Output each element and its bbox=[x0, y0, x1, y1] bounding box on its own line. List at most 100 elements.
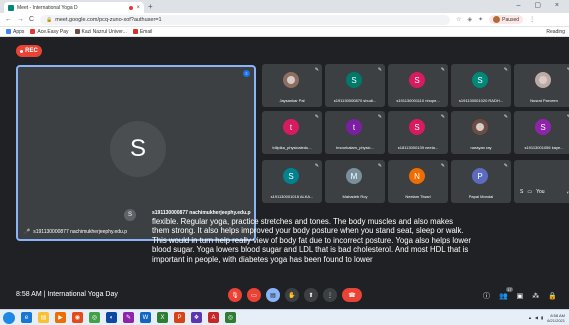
raise-hand-icon[interactable]: ✋ bbox=[285, 288, 299, 302]
participant-name: tdlipika_physicaledu... bbox=[272, 145, 312, 150]
participant-name: Mahadeb Roy bbox=[342, 194, 368, 199]
recording-dot-icon bbox=[129, 5, 134, 10]
participant-name: s191130001018 ALKA... bbox=[270, 194, 314, 199]
pencil-icon[interactable]: ✎ bbox=[123, 312, 134, 323]
bookmark-favicon-icon bbox=[30, 29, 36, 34]
host-controls-icon[interactable]: 🔒 bbox=[548, 292, 557, 300]
separator: | bbox=[43, 291, 46, 298]
caption-text: flexible. Regular yoga, practice stretch… bbox=[152, 217, 471, 264]
reading-list-button[interactable]: Reading bbox=[546, 29, 565, 35]
network-icon[interactable]: ▲ bbox=[528, 315, 532, 320]
participant-tile[interactable]: ✎ Ss191130000870 shudi... bbox=[325, 64, 385, 107]
participant-tile[interactable]: ✎ Ss19113001056 kaye... bbox=[514, 111, 569, 154]
url-text: meet.google.com/pcq-zuno-xof?authuser=1 bbox=[55, 16, 162, 23]
window-controls[interactable]: – ▢ × bbox=[517, 1, 565, 9]
tab-close-icon[interactable]: × bbox=[136, 5, 140, 11]
end-call-icon[interactable]: ☎ bbox=[342, 288, 362, 302]
meet-favicon-icon bbox=[8, 4, 14, 11]
mic-muted-icon: ✎ bbox=[503, 67, 508, 73]
participant-tile[interactable]: ✎ Ss191130001018 ALKA... bbox=[262, 160, 322, 203]
participant-tile[interactable]: ✎ Ss191130001020 RADH... bbox=[451, 64, 511, 107]
reload-icon[interactable]: C bbox=[29, 16, 34, 23]
chrome-icon[interactable]: ◎ bbox=[89, 312, 100, 323]
bookmark-kazi-nazrul[interactable]: Kazi Nazrul Univer... bbox=[74, 29, 127, 35]
extension-icon[interactable]: ◈ bbox=[467, 16, 472, 23]
participant-tile[interactable]: ✎ narayan ray bbox=[451, 111, 511, 154]
meet-bottom-bar: 8:58 AM | International Yoga Day 🎙 ▭ ▤ ✋… bbox=[0, 283, 569, 309]
meeting-title: International Yoga Day bbox=[47, 291, 118, 298]
file-explorer-icon[interactable]: ▤ bbox=[38, 312, 49, 323]
self-view-controls: S ▭ You bbox=[520, 189, 549, 195]
more-options-icon[interactable]: ⋮ bbox=[323, 288, 337, 302]
recording-badge: REC bbox=[16, 45, 42, 57]
camera-off-icon[interactable]: ▭ bbox=[247, 288, 261, 302]
people-icon[interactable]: 👥 17 bbox=[499, 287, 513, 300]
bookmark-apps[interactable]: Apps bbox=[6, 29, 24, 35]
volume-icon[interactable]: ◀ bbox=[535, 315, 538, 320]
mic-icon: 🎤 bbox=[24, 229, 31, 235]
mic-muted-icon: ✎ bbox=[377, 114, 382, 120]
mic-muted-icon: ✎ bbox=[377, 67, 382, 73]
avatar: M bbox=[346, 168, 362, 184]
media-player-icon[interactable]: ▶ bbox=[55, 312, 66, 323]
excel-icon[interactable]: X bbox=[157, 312, 168, 323]
mic-off-icon[interactable]: 🎙 bbox=[228, 288, 242, 302]
ie-icon[interactable]: e bbox=[21, 312, 32, 323]
captions-icon[interactable]: ▤ bbox=[266, 288, 280, 302]
gmail-icon bbox=[132, 29, 138, 34]
word-icon[interactable]: W bbox=[140, 312, 151, 323]
participant-tile[interactable]: ✎ N Neelam Tiwari bbox=[388, 160, 448, 203]
participant-tile[interactable]: ✎ Nusrat Parveen bbox=[514, 64, 569, 107]
speaking-indicator-icon: ≡ bbox=[243, 70, 250, 77]
start-button[interactable] bbox=[3, 311, 15, 324]
system-tray: ▲ ◀ ▮ 8:58 AM 6/21/2021 bbox=[525, 313, 565, 323]
paint-icon[interactable]: ❖ bbox=[191, 312, 202, 323]
self-view-tile[interactable]: S ▭ You ⤢ bbox=[514, 160, 569, 203]
browser-tab-bar: Meet - International Yoga D × + – ▢ × bbox=[0, 0, 569, 13]
participant-tile[interactable]: ✎ Ss191130001110 nhupe... bbox=[388, 64, 448, 107]
chrome-active-icon[interactable]: ◎ bbox=[225, 312, 236, 323]
avatar: S bbox=[409, 119, 425, 135]
star-icon[interactable]: ☆ bbox=[456, 16, 461, 23]
avatar: S bbox=[283, 168, 299, 184]
address-bar[interactable]: 🔒 meet.google.com/pcq-zuno-xof?authuser=… bbox=[40, 14, 451, 25]
back-arrow-icon[interactable]: ← bbox=[5, 16, 12, 23]
bookmark-favicon-icon bbox=[74, 29, 80, 34]
avatar: t bbox=[283, 119, 299, 135]
avatar bbox=[472, 119, 488, 135]
profile-button[interactable]: Paused bbox=[489, 15, 524, 24]
bookmark-ace-easy-pay[interactable]: Ace.Easy Pay bbox=[30, 29, 69, 35]
camera-icon: ▭ bbox=[527, 189, 533, 195]
menu-dots-icon[interactable]: ⋮ bbox=[529, 16, 535, 23]
browser-tab-meet[interactable]: Meet - International Yoga D × bbox=[4, 2, 144, 13]
participant-tile[interactable]: ✎ Jaysankar Pal bbox=[262, 64, 322, 107]
app-icon[interactable]: ◐ bbox=[106, 312, 117, 323]
participant-tile[interactable]: ✎ P Papai Mondal bbox=[451, 160, 511, 203]
you-label: You bbox=[536, 189, 545, 195]
participant-name: s19113001056 kaye... bbox=[524, 145, 564, 150]
powerpoint-icon[interactable]: P bbox=[174, 312, 185, 323]
info-icon[interactable]: ⓘ bbox=[483, 291, 490, 301]
self-avatar: S bbox=[520, 189, 524, 195]
puzzle-icon[interactable]: ✦ bbox=[478, 16, 483, 23]
participant-tile[interactable]: ✎ M Mahadeb Roy bbox=[325, 160, 385, 203]
clock[interactable]: 8:58 AM 6/21/2021 bbox=[547, 313, 565, 323]
mic-muted-icon: ✎ bbox=[503, 163, 508, 169]
participant-tile[interactable]: ✎ Ss18113000139 neela... bbox=[388, 111, 448, 154]
profile-status: Paused bbox=[502, 16, 520, 23]
firefox-icon[interactable]: ◉ bbox=[72, 312, 83, 323]
battery-icon[interactable]: ▮ bbox=[541, 315, 543, 320]
new-tab-button[interactable]: + bbox=[148, 2, 153, 11]
activities-icon[interactable]: ⁂ bbox=[532, 292, 539, 300]
participant-tile[interactable]: ✎ t tdlipika_physicaledu... bbox=[262, 111, 322, 154]
forward-arrow-icon[interactable]: → bbox=[17, 16, 24, 23]
bookmark-email[interactable]: Email bbox=[132, 29, 152, 35]
pdf-icon[interactable]: A bbox=[208, 312, 219, 323]
avatar: P bbox=[472, 168, 488, 184]
chat-icon[interactable]: ▣ bbox=[517, 292, 524, 300]
mic-muted-icon: ✎ bbox=[314, 114, 319, 120]
present-icon[interactable]: ⬆ bbox=[304, 288, 318, 302]
address-row: ← → C 🔒 meet.google.com/pcq-zuno-xof?aut… bbox=[0, 13, 569, 27]
participant-tile[interactable]: ✎ t tmoorkalam_physic... bbox=[325, 111, 385, 154]
bookmarks-bar: Apps Ace.Easy Pay Kazi Nazrul Univer... … bbox=[0, 27, 569, 37]
